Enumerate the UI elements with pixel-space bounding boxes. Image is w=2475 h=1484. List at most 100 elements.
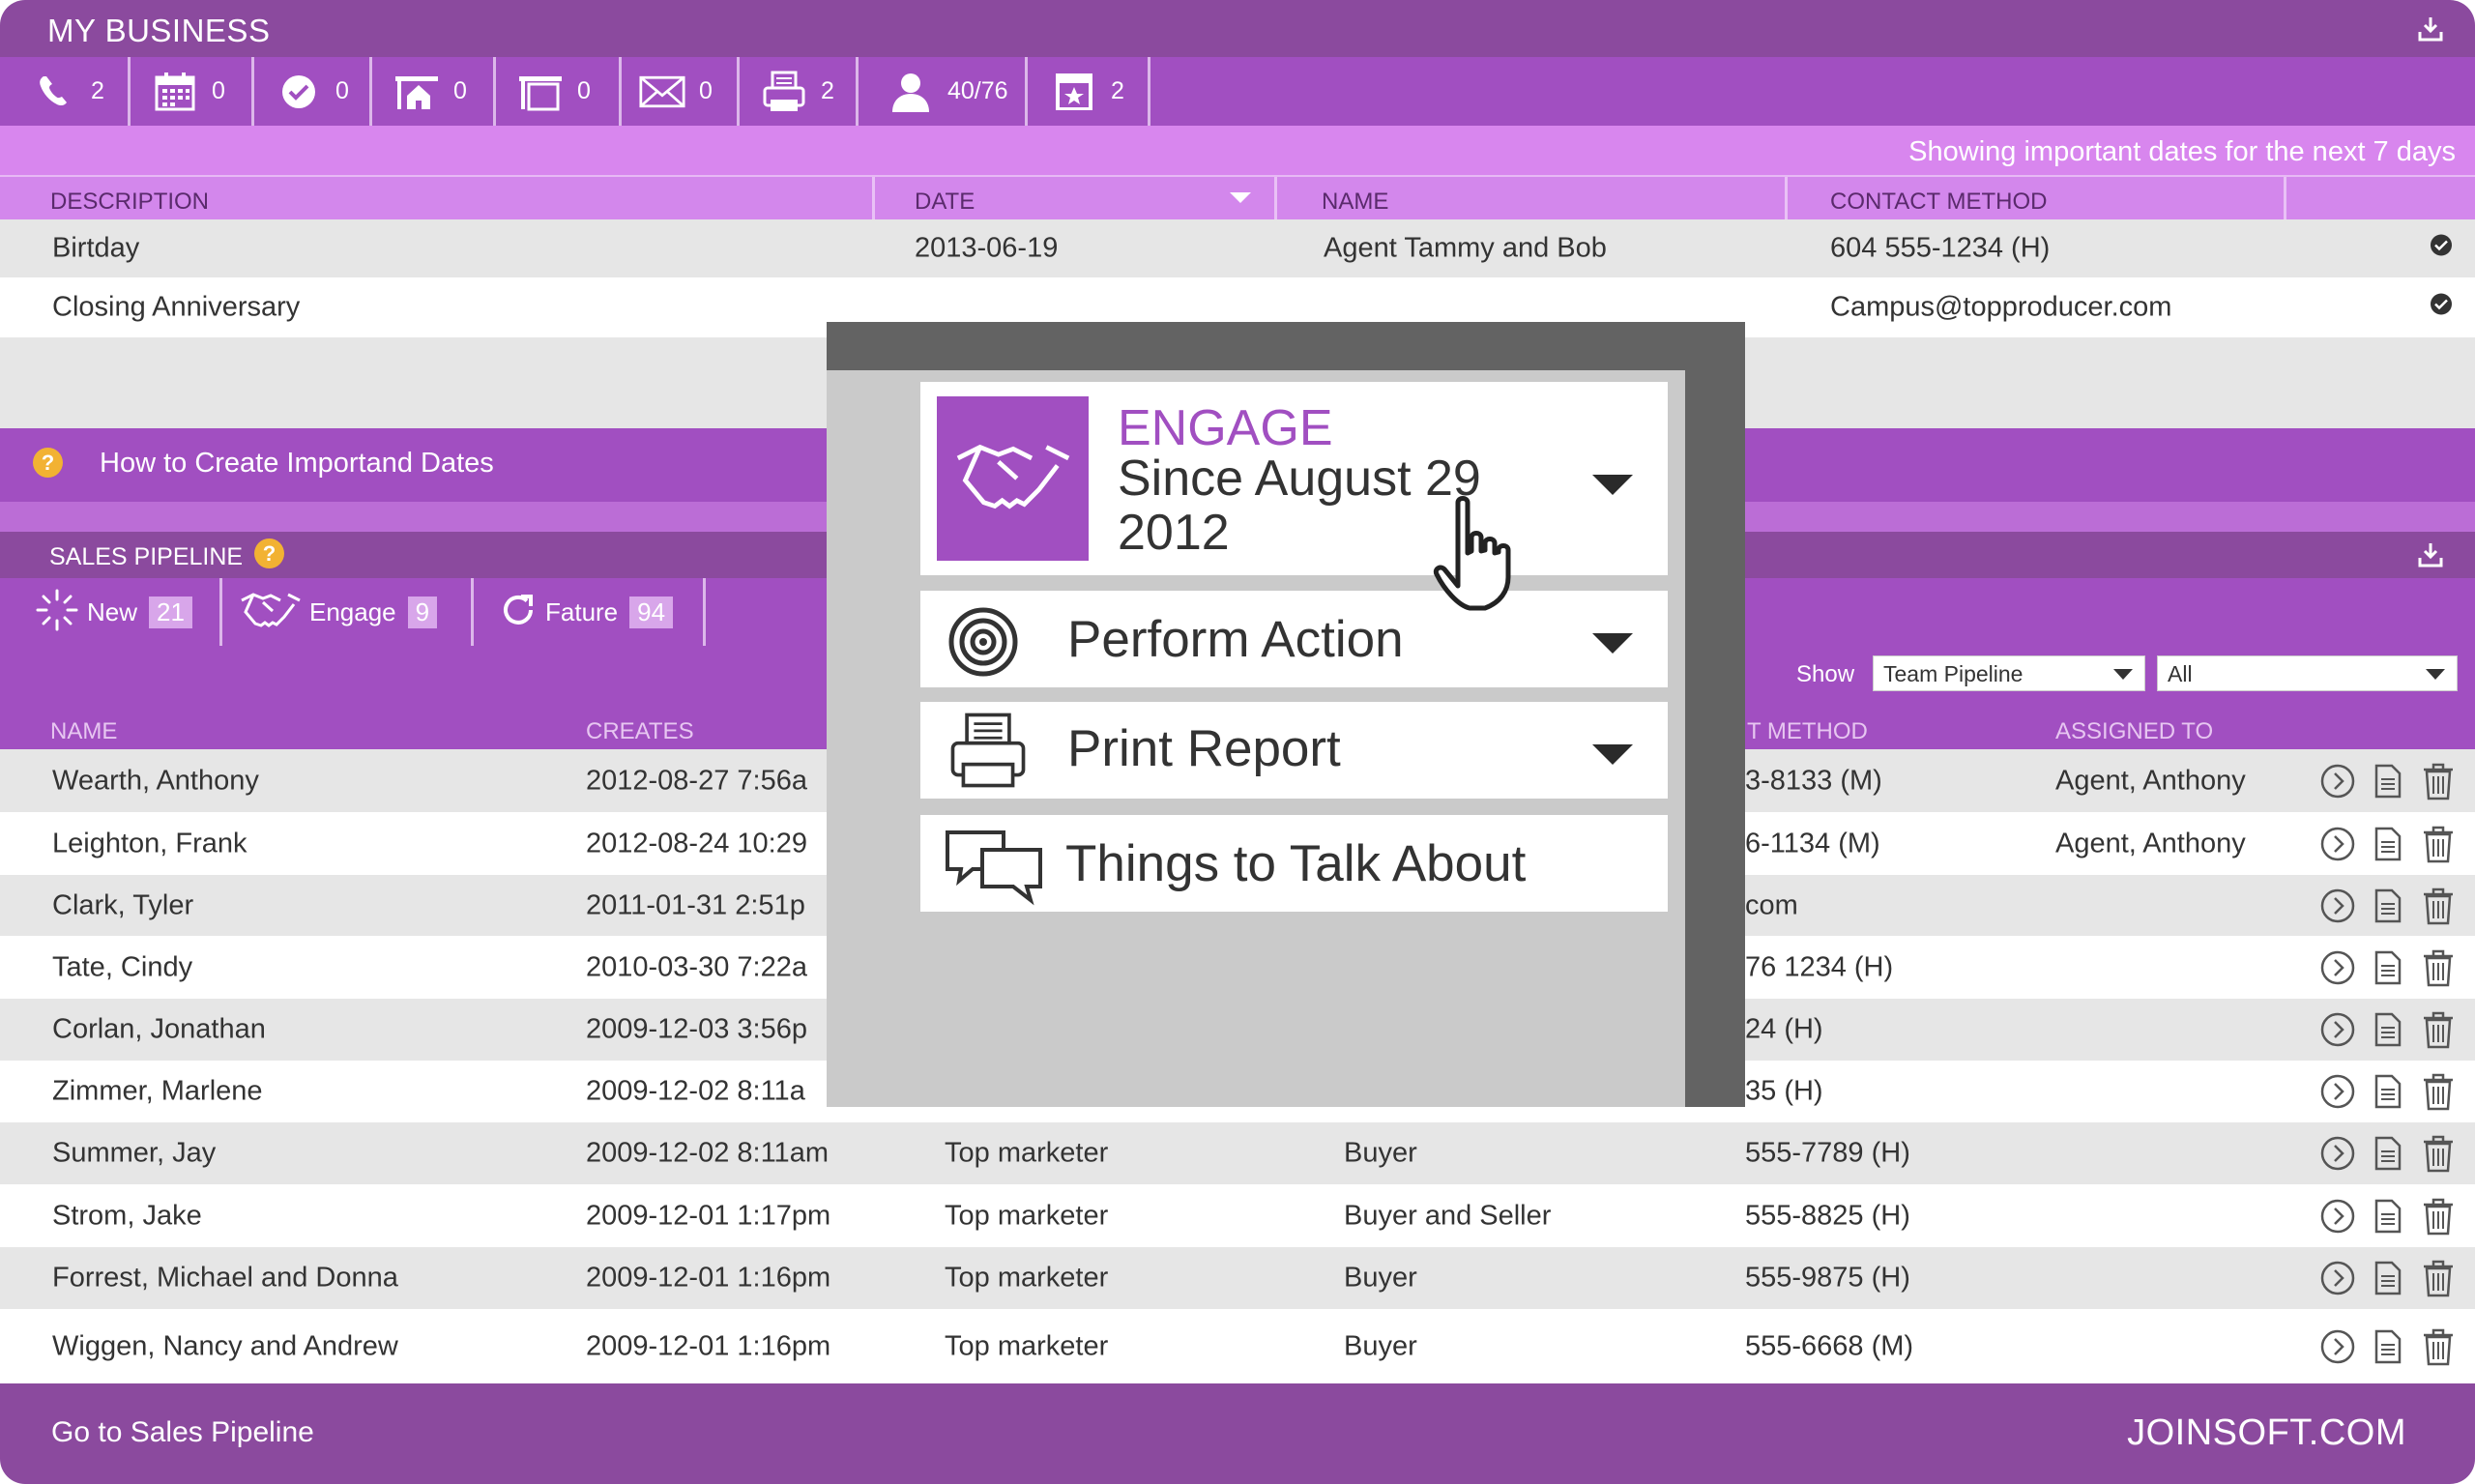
engage-badge	[937, 396, 1089, 561]
cell-contact: 76 1234 (H)	[1745, 951, 1894, 982]
page-title: MY BUSINESS	[47, 13, 271, 48]
cell-created: 2011-01-31 2:51p	[586, 889, 805, 920]
chevron-down-icon[interactable]	[1592, 744, 1633, 765]
document-icon[interactable]	[2369, 1259, 2407, 1297]
toolbar-emails[interactable]: 0	[622, 57, 740, 126]
handshake-icon	[954, 435, 1072, 523]
cell-name: Wearth, Anthony	[52, 765, 259, 796]
toolbar-tasks[interactable]: 0	[254, 57, 372, 126]
star-calendar-icon	[1051, 69, 1097, 115]
trash-icon[interactable]	[2419, 1134, 2458, 1173]
row-actions	[2318, 948, 2458, 987]
trash-icon[interactable]	[2419, 1259, 2458, 1297]
document-icon[interactable]	[2369, 825, 2407, 863]
things-to-talk-about-item[interactable]: Things to Talk About	[920, 815, 1668, 912]
row-actions	[2318, 762, 2458, 800]
toolbar-contacts[interactable]: 40/76	[859, 57, 1028, 126]
date-row[interactable]: Birtday 2013-06-19 Agent Tammy and Bob 6…	[0, 219, 2475, 277]
cell-name: Wiggen, Nancy and Andrew	[52, 1330, 398, 1361]
cell-contact: 555-9875 (H)	[1745, 1262, 1910, 1294]
trash-icon[interactable]	[2419, 1197, 2458, 1236]
open-arrow-icon[interactable]	[2318, 1072, 2357, 1111]
app-window: MY BUSINESS 2 0 0 0 0 0 2 40/76 2 Showin…	[0, 0, 2475, 1484]
toolbar-transactions[interactable]: 0	[496, 57, 622, 126]
open-arrow-icon[interactable]	[2318, 1134, 2357, 1173]
go-to-sales-pipeline-link[interactable]: Go to Sales Pipeline	[51, 1416, 314, 1449]
document-icon[interactable]	[2369, 1327, 2407, 1366]
cell-assigned: Agent, Anthony	[2055, 828, 2246, 858]
open-arrow-icon[interactable]	[2318, 825, 2357, 863]
table-row[interactable]: Wiggen, Nancy and Andrew 2009-12-01 1:16p…	[0, 1309, 2475, 1383]
calendar-icon	[152, 69, 198, 115]
chevron-down-icon[interactable]	[1592, 475, 1633, 495]
toolbar-important-dates[interactable]: 2	[1028, 57, 1150, 126]
document-icon[interactable]	[2369, 1010, 2407, 1049]
open-arrow-icon[interactable]	[2318, 948, 2357, 987]
table-row[interactable]: Summer, Jay 2009-12-02 8:11am Top marketer…	[0, 1122, 2475, 1184]
col-assigned-to[interactable]: ASSIGNED TO	[2055, 718, 2213, 745]
cell-created: 2009-12-01 1:16pm	[586, 1330, 831, 1361]
cell-type: Buyer and Seller	[1344, 1200, 1552, 1231]
toolbar-calls[interactable]: 2	[0, 57, 131, 126]
trash-icon[interactable]	[2419, 762, 2458, 800]
check-circle-icon[interactable]	[2430, 292, 2453, 324]
document-icon[interactable]	[2369, 1072, 2407, 1111]
col-contact-method[interactable]: CONTACT METHOD	[1830, 189, 2047, 216]
trash-icon[interactable]	[2419, 1072, 2458, 1111]
trash-icon[interactable]	[2419, 825, 2458, 863]
stage-new[interactable]: New 21	[0, 578, 222, 646]
document-icon[interactable]	[2369, 1197, 2407, 1236]
row-actions	[2318, 825, 2458, 863]
team-filter-select[interactable]: Team Pipeline	[1873, 655, 2145, 691]
cell-created: 2009-12-03 3:56p	[586, 1013, 807, 1045]
document-icon[interactable]	[2369, 1134, 2407, 1173]
col-creates[interactable]: CREATES	[586, 718, 694, 745]
check-circle-icon[interactable]	[2430, 233, 2453, 265]
cell-created: 2009-12-01 1:16pm	[586, 1262, 831, 1294]
col-contact-method[interactable]: T METHOD	[1747, 718, 1868, 745]
open-arrow-icon[interactable]	[2318, 1010, 2357, 1049]
col-name[interactable]: NAME	[50, 718, 117, 745]
perform-action-item[interactable]: Perform Action	[920, 591, 1668, 687]
cell-contact: 24 (H)	[1745, 1013, 1823, 1045]
trash-icon[interactable]	[2419, 948, 2458, 987]
stage-future[interactable]: Fature 94	[474, 578, 706, 646]
document-icon[interactable]	[2369, 762, 2407, 800]
open-arrow-icon[interactable]	[2318, 1259, 2357, 1297]
cell-source: Top marketer	[945, 1137, 1109, 1169]
print-report-item[interactable]: Print Report	[920, 702, 1668, 799]
open-arrow-icon[interactable]	[2318, 1327, 2357, 1366]
col-description[interactable]: DESCRIPTION	[50, 189, 209, 216]
cell-source: Top marketer	[945, 1262, 1109, 1294]
trash-icon[interactable]	[2419, 1010, 2458, 1049]
download-icon[interactable]	[2409, 8, 2452, 50]
document-icon[interactable]	[2369, 948, 2407, 987]
help-icon[interactable]: ?	[254, 538, 284, 568]
trash-icon[interactable]	[2419, 887, 2458, 925]
open-arrow-icon[interactable]	[2318, 887, 2357, 925]
cell-created: 2009-12-02 8:11am	[586, 1137, 829, 1169]
trash-icon[interactable]	[2419, 1327, 2458, 1366]
table-row[interactable]: Forrest, Michael and Donna 2009-12-01 1:1…	[0, 1247, 2475, 1309]
sort-arrow-icon[interactable]	[1230, 192, 1251, 203]
toolbar-appointments[interactable]: 0	[131, 57, 254, 126]
chevron-down-icon[interactable]	[1592, 633, 1633, 654]
toolbar-listings[interactable]: 0	[372, 57, 496, 126]
download-icon[interactable]	[2409, 534, 2452, 576]
engage-stage-selector[interactable]: ENGAGE Since August 29 2012	[920, 382, 1668, 575]
open-arrow-icon[interactable]	[2318, 762, 2357, 800]
col-date[interactable]: DATE	[915, 189, 975, 216]
stage-engage[interactable]: Engage 9	[222, 578, 474, 646]
cell-created: 2012-08-24 10:29	[586, 828, 807, 858]
open-arrow-icon[interactable]	[2318, 1197, 2357, 1236]
toolbar-print-jobs[interactable]: 2	[740, 57, 859, 126]
footer-bar: Go to Sales Pipeline JOINSOFT.COM	[0, 1383, 2475, 1484]
cell-name: Zimmer, Marlene	[52, 1075, 263, 1107]
document-icon[interactable]	[2369, 887, 2407, 925]
status-filter-select[interactable]: All	[2157, 655, 2458, 691]
column-divider	[1785, 177, 1788, 221]
table-row[interactable]: Strom, Jake 2009-12-01 1:17pm Top marketer…	[0, 1184, 2475, 1247]
engage-stage-label: ENGAGE	[1118, 400, 1333, 456]
col-name[interactable]: NAME	[1322, 189, 1388, 216]
cell-source: Top marketer	[945, 1200, 1109, 1231]
